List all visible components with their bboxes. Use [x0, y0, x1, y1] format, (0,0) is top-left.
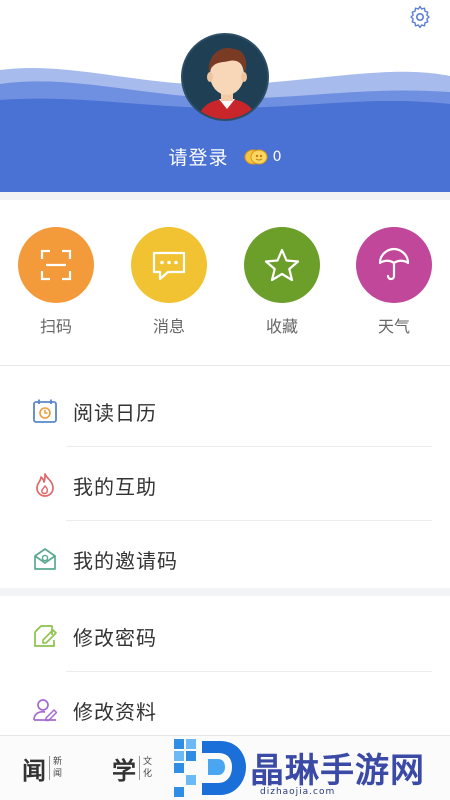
section-divider	[0, 588, 450, 596]
quick-action-weather[interactable]: 天气	[355, 227, 433, 337]
quick-actions: 扫码 消息 收藏 天气	[0, 200, 450, 365]
quick-action-circle	[244, 227, 320, 303]
tab-news-glyph: 闻	[22, 755, 46, 785]
calendar-icon	[33, 399, 57, 423]
scan-icon	[40, 249, 72, 281]
menu-item-label: 我的邀请码	[73, 549, 178, 573]
quick-action-circle	[131, 227, 207, 303]
tab-culture-subtitle: 文 化	[139, 756, 152, 780]
avatar[interactable]	[181, 33, 269, 121]
login-link[interactable]: 请登录	[168, 143, 228, 170]
quick-action-favorites[interactable]: 收藏	[243, 227, 321, 337]
edit-icon	[34, 625, 57, 647]
login-row: 请登录 0	[0, 143, 450, 171]
quick-action-circle	[18, 227, 94, 303]
tab-news-subtitle-char: 闻	[53, 769, 63, 779]
star-icon	[264, 248, 300, 282]
section-divider	[0, 192, 450, 200]
profile-header: 请登录 0	[0, 0, 450, 192]
quick-action-label: 天气	[377, 317, 410, 336]
profile-edit-icon	[33, 699, 58, 722]
quick-action-label: 扫码	[39, 317, 72, 336]
watermark-logo-icon	[174, 739, 246, 797]
tab-culture-subtitle-char: 化	[143, 769, 153, 779]
tab-news-subtitle-char: 新	[53, 757, 63, 767]
tab-culture[interactable]: 学 文 化	[112, 748, 152, 788]
invite-icon	[34, 548, 56, 570]
message-icon	[152, 251, 186, 281]
fire-icon	[36, 473, 54, 497]
menu-item-label: 阅读日历	[73, 401, 157, 425]
quick-action-label: 消息	[152, 317, 185, 336]
coin-icon	[244, 149, 268, 164]
tab-culture-subtitle-char: 文	[143, 757, 153, 767]
menu-item-label: 修改密码	[73, 626, 157, 650]
quick-action-label: 收藏	[265, 317, 298, 336]
quick-action-circle	[356, 227, 432, 303]
menu-item-mutual-help[interactable]: 我的互助	[0, 447, 450, 521]
quick-action-scan[interactable]: 扫码	[17, 227, 95, 337]
menu-item-label: 我的互助	[73, 475, 157, 499]
watermark-url: dizhaojia.com	[260, 787, 336, 797]
umbrella-icon	[378, 247, 410, 281]
watermark-text: 晶琳手游网	[250, 751, 425, 791]
tab-news-subtitle: 新 闻	[49, 756, 62, 780]
watermark: 晶琳手游网 dizhaojia.com	[168, 735, 450, 800]
quick-action-message[interactable]: 消息	[130, 227, 208, 337]
tab-culture-glyph: 学	[112, 755, 136, 785]
menu-item-reading-calendar[interactable]: 阅读日历	[0, 373, 450, 447]
menu-item-change-password[interactable]: 修改密码	[0, 598, 450, 672]
coin-count: 0	[272, 148, 282, 165]
menu-item-invite-code[interactable]: 我的邀请码	[0, 521, 450, 595]
divider-line	[0, 365, 450, 366]
default-user-avatar-icon	[183, 35, 267, 119]
settings-gear-icon[interactable]	[408, 5, 432, 29]
tab-news[interactable]: 闻 新 闻	[22, 748, 62, 788]
menu-item-label: 修改资料	[73, 700, 157, 724]
